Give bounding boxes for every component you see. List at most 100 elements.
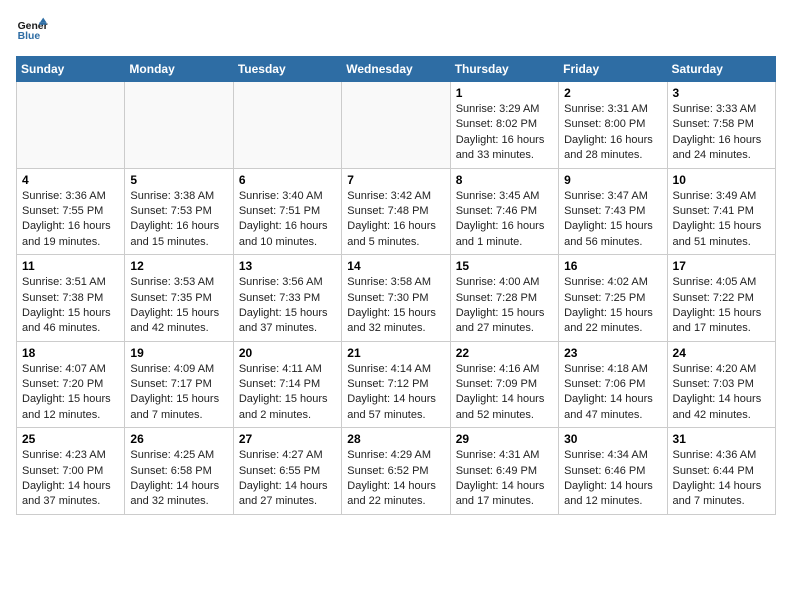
day-info: Sunrise: 4:16 AM Sunset: 7:09 PM Dayligh… xyxy=(456,362,553,424)
day-number: 9 xyxy=(564,173,661,187)
calendar-cell: 28 Sunrise: 4:29 AM Sunset: 6:52 PM Dayl… xyxy=(342,428,450,515)
calendar-cell: 19 Sunrise: 4:09 AM Sunset: 7:17 PM Dayl… xyxy=(125,341,233,428)
day-info: Sunrise: 4:25 AM Sunset: 6:58 PM Dayligh… xyxy=(130,448,227,510)
day-number: 16 xyxy=(564,259,661,273)
calendar-week-3: 11 Sunrise: 3:51 AM Sunset: 7:38 PM Dayl… xyxy=(17,255,776,342)
day-number: 10 xyxy=(673,173,770,187)
day-number: 3 xyxy=(673,86,770,100)
day-info: Sunrise: 4:27 AM Sunset: 6:55 PM Dayligh… xyxy=(239,448,336,510)
day-number: 4 xyxy=(22,173,119,187)
day-number: 13 xyxy=(239,259,336,273)
calendar-week-4: 18 Sunrise: 4:07 AM Sunset: 7:20 PM Dayl… xyxy=(17,341,776,428)
day-info: Sunrise: 4:23 AM Sunset: 7:00 PM Dayligh… xyxy=(22,448,119,510)
day-number: 24 xyxy=(673,346,770,360)
day-info: Sunrise: 3:36 AM Sunset: 7:55 PM Dayligh… xyxy=(22,189,119,251)
day-number: 15 xyxy=(456,259,553,273)
day-number: 8 xyxy=(456,173,553,187)
calendar-cell: 5 Sunrise: 3:38 AM Sunset: 7:53 PM Dayli… xyxy=(125,168,233,255)
day-number: 14 xyxy=(347,259,444,273)
day-info: Sunrise: 3:33 AM Sunset: 7:58 PM Dayligh… xyxy=(673,102,770,164)
calendar-cell: 16 Sunrise: 4:02 AM Sunset: 7:25 PM Dayl… xyxy=(559,255,667,342)
calendar-cell: 29 Sunrise: 4:31 AM Sunset: 6:49 PM Dayl… xyxy=(450,428,558,515)
day-number: 26 xyxy=(130,432,227,446)
calendar-cell xyxy=(233,82,341,169)
day-info: Sunrise: 4:20 AM Sunset: 7:03 PM Dayligh… xyxy=(673,362,770,424)
day-info: Sunrise: 3:42 AM Sunset: 7:48 PM Dayligh… xyxy=(347,189,444,251)
day-info: Sunrise: 3:31 AM Sunset: 8:00 PM Dayligh… xyxy=(564,102,661,164)
calendar-week-5: 25 Sunrise: 4:23 AM Sunset: 7:00 PM Dayl… xyxy=(17,428,776,515)
day-number: 5 xyxy=(130,173,227,187)
calendar-cell: 10 Sunrise: 3:49 AM Sunset: 7:41 PM Dayl… xyxy=(667,168,775,255)
calendar-cell xyxy=(125,82,233,169)
day-info: Sunrise: 4:18 AM Sunset: 7:06 PM Dayligh… xyxy=(564,362,661,424)
calendar-cell xyxy=(342,82,450,169)
calendar-week-1: 1 Sunrise: 3:29 AM Sunset: 8:02 PM Dayli… xyxy=(17,82,776,169)
calendar-cell: 7 Sunrise: 3:42 AM Sunset: 7:48 PM Dayli… xyxy=(342,168,450,255)
calendar-cell: 20 Sunrise: 4:11 AM Sunset: 7:14 PM Dayl… xyxy=(233,341,341,428)
day-number: 23 xyxy=(564,346,661,360)
day-number: 6 xyxy=(239,173,336,187)
day-number: 31 xyxy=(673,432,770,446)
day-info: Sunrise: 3:29 AM Sunset: 8:02 PM Dayligh… xyxy=(456,102,553,164)
weekday-header-tuesday: Tuesday xyxy=(233,57,341,82)
day-info: Sunrise: 4:36 AM Sunset: 6:44 PM Dayligh… xyxy=(673,448,770,510)
calendar-cell: 8 Sunrise: 3:45 AM Sunset: 7:46 PM Dayli… xyxy=(450,168,558,255)
weekday-header-monday: Monday xyxy=(125,57,233,82)
calendar-cell: 1 Sunrise: 3:29 AM Sunset: 8:02 PM Dayli… xyxy=(450,82,558,169)
day-number: 22 xyxy=(456,346,553,360)
day-info: Sunrise: 4:07 AM Sunset: 7:20 PM Dayligh… xyxy=(22,362,119,424)
calendar-cell: 9 Sunrise: 3:47 AM Sunset: 7:43 PM Dayli… xyxy=(559,168,667,255)
weekday-header-thursday: Thursday xyxy=(450,57,558,82)
calendar-cell: 31 Sunrise: 4:36 AM Sunset: 6:44 PM Dayl… xyxy=(667,428,775,515)
day-info: Sunrise: 3:58 AM Sunset: 7:30 PM Dayligh… xyxy=(347,275,444,337)
day-info: Sunrise: 4:02 AM Sunset: 7:25 PM Dayligh… xyxy=(564,275,661,337)
day-info: Sunrise: 3:45 AM Sunset: 7:46 PM Dayligh… xyxy=(456,189,553,251)
calendar-cell: 4 Sunrise: 3:36 AM Sunset: 7:55 PM Dayli… xyxy=(17,168,125,255)
calendar-cell: 12 Sunrise: 3:53 AM Sunset: 7:35 PM Dayl… xyxy=(125,255,233,342)
calendar-cell: 6 Sunrise: 3:40 AM Sunset: 7:51 PM Dayli… xyxy=(233,168,341,255)
logo-icon: General Blue xyxy=(16,16,48,44)
calendar-cell: 11 Sunrise: 3:51 AM Sunset: 7:38 PM Dayl… xyxy=(17,255,125,342)
day-number: 7 xyxy=(347,173,444,187)
day-info: Sunrise: 4:09 AM Sunset: 7:17 PM Dayligh… xyxy=(130,362,227,424)
weekday-header-saturday: Saturday xyxy=(667,57,775,82)
calendar-week-2: 4 Sunrise: 3:36 AM Sunset: 7:55 PM Dayli… xyxy=(17,168,776,255)
day-number: 27 xyxy=(239,432,336,446)
day-info: Sunrise: 4:14 AM Sunset: 7:12 PM Dayligh… xyxy=(347,362,444,424)
weekday-header-friday: Friday xyxy=(559,57,667,82)
calendar-cell: 15 Sunrise: 4:00 AM Sunset: 7:28 PM Dayl… xyxy=(450,255,558,342)
day-info: Sunrise: 4:34 AM Sunset: 6:46 PM Dayligh… xyxy=(564,448,661,510)
calendar-cell: 25 Sunrise: 4:23 AM Sunset: 7:00 PM Dayl… xyxy=(17,428,125,515)
day-number: 19 xyxy=(130,346,227,360)
day-info: Sunrise: 4:11 AM Sunset: 7:14 PM Dayligh… xyxy=(239,362,336,424)
day-info: Sunrise: 3:40 AM Sunset: 7:51 PM Dayligh… xyxy=(239,189,336,251)
calendar-header-row: SundayMondayTuesdayWednesdayThursdayFrid… xyxy=(17,57,776,82)
day-number: 20 xyxy=(239,346,336,360)
calendar-table: SundayMondayTuesdayWednesdayThursdayFrid… xyxy=(16,56,776,515)
calendar-cell: 26 Sunrise: 4:25 AM Sunset: 6:58 PM Dayl… xyxy=(125,428,233,515)
calendar-cell: 18 Sunrise: 4:07 AM Sunset: 7:20 PM Dayl… xyxy=(17,341,125,428)
day-info: Sunrise: 3:56 AM Sunset: 7:33 PM Dayligh… xyxy=(239,275,336,337)
day-number: 2 xyxy=(564,86,661,100)
day-number: 25 xyxy=(22,432,119,446)
calendar-cell: 23 Sunrise: 4:18 AM Sunset: 7:06 PM Dayl… xyxy=(559,341,667,428)
page-header: General Blue xyxy=(16,16,776,44)
weekday-header-sunday: Sunday xyxy=(17,57,125,82)
day-info: Sunrise: 4:00 AM Sunset: 7:28 PM Dayligh… xyxy=(456,275,553,337)
day-number: 21 xyxy=(347,346,444,360)
logo: General Blue xyxy=(16,16,52,44)
day-info: Sunrise: 4:05 AM Sunset: 7:22 PM Dayligh… xyxy=(673,275,770,337)
day-number: 30 xyxy=(564,432,661,446)
svg-text:Blue: Blue xyxy=(18,31,41,42)
day-number: 17 xyxy=(673,259,770,273)
weekday-header-wednesday: Wednesday xyxy=(342,57,450,82)
day-info: Sunrise: 4:31 AM Sunset: 6:49 PM Dayligh… xyxy=(456,448,553,510)
day-info: Sunrise: 3:51 AM Sunset: 7:38 PM Dayligh… xyxy=(22,275,119,337)
calendar-cell xyxy=(17,82,125,169)
day-info: Sunrise: 3:38 AM Sunset: 7:53 PM Dayligh… xyxy=(130,189,227,251)
calendar-cell: 14 Sunrise: 3:58 AM Sunset: 7:30 PM Dayl… xyxy=(342,255,450,342)
day-info: Sunrise: 3:53 AM Sunset: 7:35 PM Dayligh… xyxy=(130,275,227,337)
calendar-cell: 13 Sunrise: 3:56 AM Sunset: 7:33 PM Dayl… xyxy=(233,255,341,342)
calendar-cell: 2 Sunrise: 3:31 AM Sunset: 8:00 PM Dayli… xyxy=(559,82,667,169)
calendar-cell: 3 Sunrise: 3:33 AM Sunset: 7:58 PM Dayli… xyxy=(667,82,775,169)
